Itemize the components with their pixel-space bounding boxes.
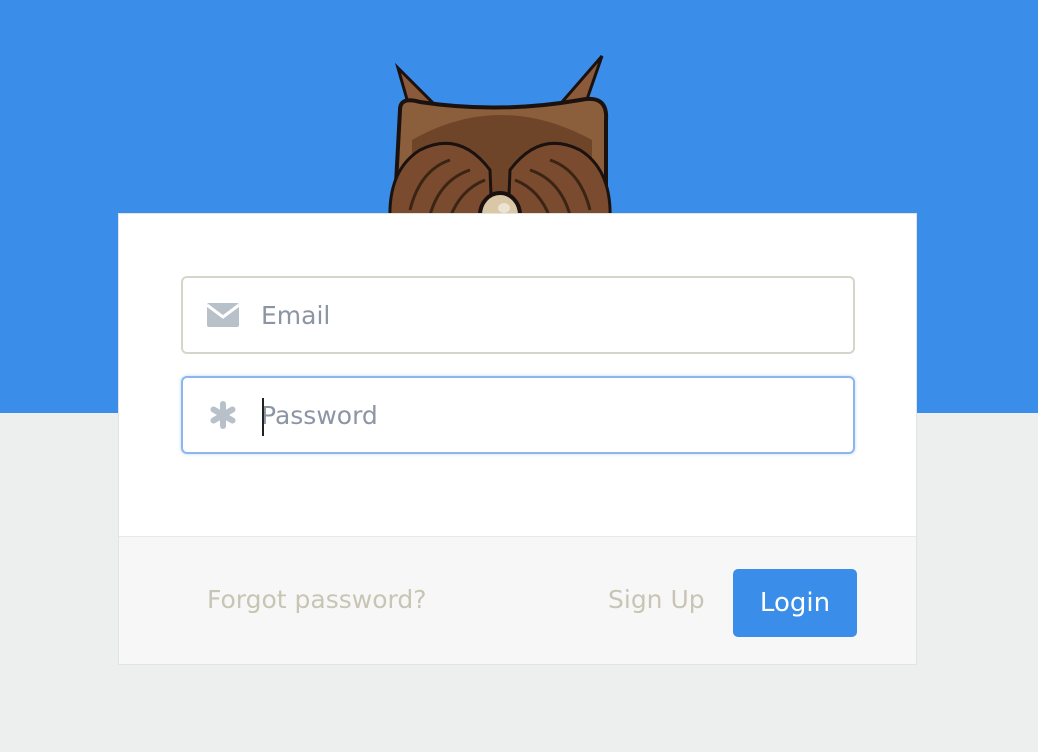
- login-button[interactable]: Login: [733, 569, 857, 637]
- email-field[interactable]: [181, 276, 855, 354]
- login-card: Forgot password? Sign Up Login: [118, 213, 917, 665]
- forgot-password-link[interactable]: Forgot password?: [207, 585, 427, 614]
- login-form: [119, 214, 916, 536]
- sign-up-link[interactable]: Sign Up: [608, 585, 705, 614]
- asterisk-icon: [205, 400, 241, 430]
- login-footer: Forgot password? Sign Up Login: [119, 536, 916, 664]
- email-input[interactable]: [261, 288, 831, 342]
- envelope-icon: [205, 300, 241, 330]
- text-caret: [262, 398, 264, 436]
- password-input[interactable]: [261, 388, 831, 442]
- password-field[interactable]: [181, 376, 855, 454]
- login-page: Forgot password? Sign Up Login: [0, 0, 1038, 752]
- owl-covering-eyes-icon: [388, 55, 612, 239]
